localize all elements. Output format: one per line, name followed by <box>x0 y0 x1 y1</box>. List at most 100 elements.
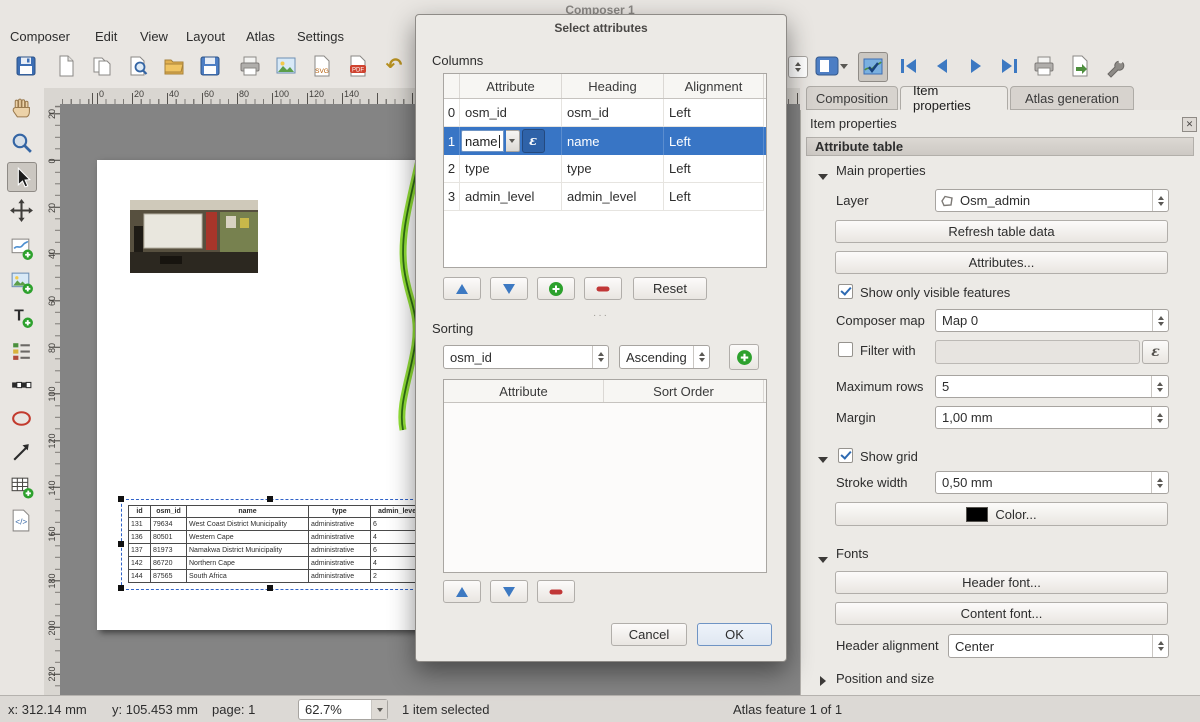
move-column-up-button[interactable] <box>443 277 481 300</box>
menu-view[interactable]: View <box>140 27 168 47</box>
save-template-button[interactable] <box>196 52 224 80</box>
attribute-cell-editing[interactable]: name ε <box>460 127 562 155</box>
export-atlas-button[interactable] <box>1066 52 1094 80</box>
remove-column-button[interactable] <box>584 277 622 300</box>
add-column-button[interactable] <box>537 277 575 300</box>
alignment-cell[interactable]: Left <box>664 99 764 127</box>
export-pdf-button[interactable]: PDF <box>344 52 372 80</box>
alignment-cell[interactable]: Left <box>664 155 764 183</box>
select-move-item-tool-button[interactable] <box>7 162 37 192</box>
stroke-width-spinner[interactable]: 0,50 mm <box>935 471 1169 494</box>
column-header-index[interactable] <box>444 74 460 98</box>
selection-handle[interactable] <box>118 496 124 502</box>
move-sorting-down-button[interactable] <box>490 580 528 603</box>
heading-cell[interactable]: type <box>562 155 664 183</box>
new-composition-button[interactable] <box>52 52 80 80</box>
position-size-expander[interactable] <box>820 674 826 689</box>
menu-settings[interactable]: Settings <box>297 27 344 47</box>
selection-handle[interactable] <box>267 496 273 502</box>
column-header-heading[interactable]: Heading <box>562 74 664 98</box>
attribute-cell[interactable]: type <box>460 155 562 183</box>
filter-with-checkbox[interactable] <box>838 342 853 357</box>
filter-expression-builder-button[interactable]: ε <box>1142 340 1169 364</box>
attribute-cell[interactable]: admin_level <box>460 183 562 211</box>
picture-item[interactable] <box>130 200 258 273</box>
composer-map-combo[interactable]: Map 0 <box>935 309 1169 332</box>
attribute-combo-arrow[interactable] <box>506 130 520 152</box>
menu-composer[interactable]: Composer <box>10 27 70 47</box>
add-legend-tool-button[interactable] <box>7 336 35 364</box>
attribute-cell[interactable]: osm_id <box>460 99 562 127</box>
add-map-tool-button[interactable] <box>7 234 35 262</box>
remove-sorting-button[interactable] <box>537 580 575 603</box>
reset-button[interactable]: Reset <box>633 277 707 300</box>
move-item-content-tool-button[interactable] <box>7 196 35 224</box>
selection-handle[interactable] <box>118 541 124 547</box>
atlas-last-feature-button[interactable] <box>996 52 1024 80</box>
open-template-button[interactable] <box>160 52 188 80</box>
fonts-expander[interactable] <box>818 551 828 566</box>
ok-button[interactable]: OK <box>697 623 772 646</box>
attribute-table-item[interactable]: id osm_id name type admin_level 131 7963… <box>128 505 426 583</box>
add-shape-tool-button[interactable] <box>7 404 35 432</box>
header-alignment-combo[interactable]: Center <box>948 634 1169 658</box>
show-visible-features-checkbox[interactable] <box>838 284 853 299</box>
columns-table[interactable]: Attribute Heading Alignment 0 osm_id osm… <box>443 73 767 268</box>
content-font-button[interactable]: Content font... <box>835 602 1168 625</box>
columns-row-3[interactable]: 3 admin_level admin_level Left <box>444 183 766 211</box>
zoom-tool-button[interactable] <box>7 128 35 156</box>
print-button[interactable] <box>236 52 264 80</box>
refresh-table-data-button[interactable]: Refresh table data <box>835 220 1168 243</box>
save-project-button[interactable] <box>12 52 40 80</box>
undo-button[interactable]: ↶ <box>380 52 408 80</box>
header-font-button[interactable]: Header font... <box>835 571 1168 594</box>
menu-atlas[interactable]: Atlas <box>246 27 275 47</box>
splitter-handle[interactable]: ··· <box>416 310 786 321</box>
heading-cell[interactable]: osm_id <box>562 99 664 127</box>
main-properties-expander[interactable] <box>818 168 828 183</box>
manage-composers-button[interactable] <box>124 52 152 80</box>
export-image-button[interactable] <box>272 52 300 80</box>
attributes-button[interactable]: Attributes... <box>835 251 1168 274</box>
show-grid-checkbox[interactable] <box>838 448 853 463</box>
alignment-cell[interactable]: Left <box>664 183 764 211</box>
maximum-rows-spinner[interactable]: 5 <box>935 375 1169 398</box>
tab-item-properties[interactable]: Item properties <box>900 86 1008 110</box>
show-grid-expander[interactable] <box>818 451 828 466</box>
margin-spinner[interactable]: 1,00 mm <box>935 406 1169 429</box>
layer-combo[interactable]: Osm_admin <box>935 189 1169 212</box>
pan-tool-button[interactable] <box>7 94 35 122</box>
move-column-down-button[interactable] <box>490 277 528 300</box>
add-label-tool-button[interactable]: T <box>7 302 35 330</box>
cancel-button[interactable]: Cancel <box>611 623 687 646</box>
atlas-next-feature-button[interactable] <box>962 52 990 80</box>
add-html-frame-tool-button[interactable]: </> <box>7 506 35 534</box>
grid-color-button[interactable]: Color... <box>835 502 1168 526</box>
add-image-tool-button[interactable] <box>7 268 35 296</box>
column-header-attribute[interactable]: Attribute <box>460 74 562 98</box>
menu-edit[interactable]: Edit <box>95 27 117 47</box>
sorting-table[interactable]: Attribute Sort Order <box>443 379 767 573</box>
add-sorting-button[interactable] <box>729 344 759 370</box>
sorting-attribute-combo[interactable]: osm_id <box>443 345 609 369</box>
print-atlas-button[interactable] <box>1030 52 1058 80</box>
atlas-previous-feature-button[interactable] <box>928 52 956 80</box>
heading-cell[interactable]: admin_level <box>562 183 664 211</box>
columns-row-1-selected[interactable]: 1 name ε name Left <box>444 127 766 155</box>
atlas-first-feature-button[interactable] <box>894 52 922 80</box>
sorting-order-combo[interactable]: Ascending <box>619 345 710 369</box>
alignment-cell[interactable]: Left <box>664 127 764 155</box>
sorting-header-sort-order[interactable]: Sort Order <box>604 380 764 402</box>
panel-close-button[interactable]: ✕ <box>1182 117 1197 132</box>
tab-composition[interactable]: Composition <box>806 86 898 110</box>
atlas-preview-toggle[interactable] <box>858 52 888 82</box>
tab-atlas-generation[interactable]: Atlas generation <box>1010 86 1134 110</box>
toolbar-mini-combo[interactable] <box>788 56 808 78</box>
zoom-level-combo[interactable]: 62.7% <box>298 699 388 720</box>
add-scalebar-tool-button[interactable] <box>7 370 35 398</box>
move-sorting-up-button[interactable] <box>443 580 481 603</box>
add-arrow-tool-button[interactable] <box>7 438 35 466</box>
selection-handle[interactable] <box>267 585 273 591</box>
selection-handle[interactable] <box>118 585 124 591</box>
menu-layout[interactable]: Layout <box>186 27 225 47</box>
